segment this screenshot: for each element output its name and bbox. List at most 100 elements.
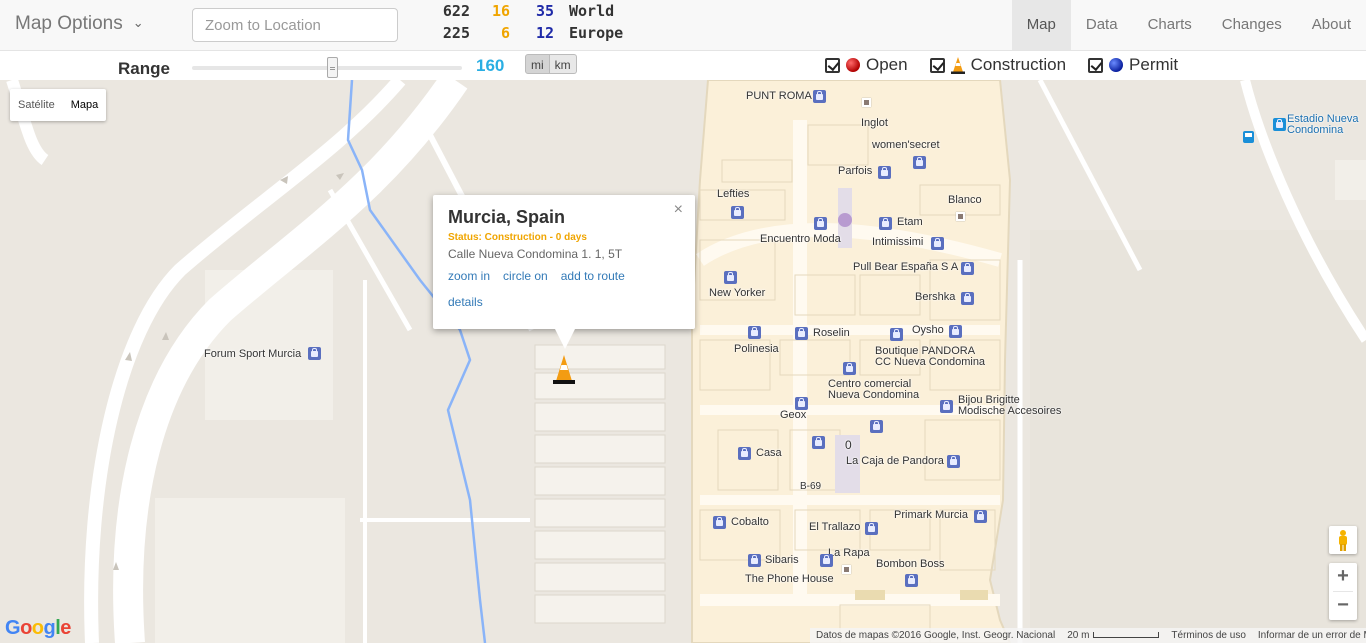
pegman-button[interactable]: [1329, 526, 1357, 554]
poi-label: Nueva Condomina: [828, 389, 920, 401]
filter-permit[interactable]: Permit: [1088, 55, 1178, 75]
poi-label: Forum Sport Murcia: [204, 348, 302, 360]
shopping-bag-icon[interactable]: [713, 516, 726, 529]
scale-indicator[interactable]: 20 m: [1061, 630, 1165, 641]
poi-label: Sibaris: [765, 554, 799, 566]
shopping-bag-icon[interactable]: [905, 574, 918, 587]
zoom-to-location-input[interactable]: [192, 8, 398, 42]
zoom-in-button[interactable]: +: [1329, 563, 1357, 591]
zoom-in-link[interactable]: zoom in: [448, 269, 490, 283]
map-options-label: Map Options: [15, 13, 123, 34]
add-to-route-link[interactable]: add to route: [561, 269, 625, 283]
poi-label: Casa: [756, 447, 782, 459]
shopping-bag-icon[interactable]: [724, 271, 737, 284]
poi-marker-icon[interactable]: [842, 565, 851, 574]
construction-cone-marker[interactable]: [553, 354, 575, 384]
poi-label: Encuentro Moda: [760, 233, 841, 245]
nav-map[interactable]: Map: [1011, 0, 1071, 50]
nav-about[interactable]: About: [1297, 0, 1366, 50]
satellite-button[interactable]: Satélite: [10, 89, 63, 121]
stat-total: 225: [442, 24, 470, 42]
range-value: 160: [476, 56, 505, 75]
range-label: Range: [118, 59, 170, 78]
shopping-bag-icon[interactable]: [738, 447, 751, 460]
logo-letter: g: [43, 617, 56, 639]
shopping-bag-icon[interactable]: [878, 166, 891, 179]
shopping-bag-icon[interactable]: [949, 325, 962, 338]
popup-address: Calle Nueva Condomina 1. 1, 5T: [448, 247, 623, 261]
circle-on-link[interactable]: circle on: [503, 269, 548, 283]
logo-letter: o: [31, 617, 44, 639]
shopping-bag-icon[interactable]: [814, 217, 827, 230]
shopping-bag-icon[interactable]: [913, 156, 926, 169]
range-bar: Range 160 mi km Open Construction Permit: [0, 51, 1366, 80]
shopping-bag-icon[interactable]: [974, 510, 987, 523]
shopping-bag-icon[interactable]: [748, 326, 761, 339]
poi-marker-icon[interactable]: [956, 212, 965, 221]
red-dot-icon: [846, 58, 860, 72]
poi-label: Condomina: [1287, 124, 1344, 136]
stat-permit: 12: [535, 24, 554, 42]
close-icon[interactable]: ×: [674, 201, 683, 219]
shopping-bag-icon[interactable]: [879, 217, 892, 230]
poi-label: 0: [845, 438, 852, 452]
scale-bar: [1093, 632, 1160, 639]
range-slider-handle[interactable]: [327, 57, 338, 78]
shopping-bag-icon[interactable]: [731, 206, 744, 219]
shopping-bag-icon[interactable]: [813, 90, 826, 103]
checkbox-icon[interactable]: [825, 57, 840, 73]
traffic-cone-icon: [950, 57, 965, 74]
poi-label: Bombon Boss: [876, 558, 945, 570]
nav-changes[interactable]: Changes: [1207, 0, 1297, 50]
shopping-bag-icon[interactable]: [748, 554, 761, 567]
checkbox-icon[interactable]: [929, 57, 945, 73]
map-button[interactable]: Mapa: [63, 89, 107, 121]
poi-label: Intimissimi: [872, 236, 924, 248]
poi-label: women'secret: [872, 139, 940, 151]
poi-marker-icon[interactable]: [862, 98, 871, 107]
shopping-bag-icon[interactable]: [890, 328, 903, 341]
unit-mi-button[interactable]: mi: [525, 54, 550, 74]
map-canvas[interactable]: Satélite Mapa Forum Sport Murcia Estadio…: [0, 80, 1366, 643]
main-nav: Map Data Charts Changes About: [1011, 0, 1366, 50]
scale-label: 20 m: [1067, 630, 1090, 641]
map-attribution: Datos de mapas ©2016 Google, Inst. Geogr…: [810, 628, 1366, 643]
poi-label: Blanco: [948, 194, 982, 206]
shopping-bag-icon[interactable]: [931, 237, 944, 250]
poi-label: La Caja de Pandora: [846, 455, 944, 467]
nav-charts[interactable]: Charts: [1133, 0, 1207, 50]
shopping-bag-icon[interactable]: [870, 420, 883, 433]
shopping-bag-icon[interactable]: [820, 554, 833, 567]
stats-row-europe: 225 6 12 Europe: [430, 23, 623, 45]
stats-table: 622 16 35 World 225 6 12 Europe: [430, 1, 623, 45]
checkbox-icon[interactable]: [1088, 57, 1104, 73]
poi-label: CC Nueva Condomina: [875, 356, 986, 368]
shopping-bag-icon[interactable]: [865, 522, 878, 535]
terms-link[interactable]: Términos de uso: [1165, 630, 1251, 641]
shopping-bag-icon[interactable]: [308, 347, 321, 360]
shopping-bag-icon[interactable]: [961, 262, 974, 275]
stat-region: Europe: [569, 24, 624, 42]
zoom-out-button[interactable]: −: [1329, 592, 1357, 620]
shopping-bag-icon[interactable]: [947, 455, 960, 468]
poi-label: Parfois: [838, 165, 873, 177]
stadium-icon[interactable]: [1273, 118, 1286, 131]
shopping-bag-icon[interactable]: [812, 436, 825, 449]
shopping-bag-icon[interactable]: [843, 362, 856, 375]
stat-construction: 16: [491, 2, 510, 20]
shopping-bag-icon[interactable]: [961, 292, 974, 305]
shopping-bag-icon[interactable]: [940, 400, 953, 413]
attribution-data[interactable]: Datos de mapas ©2016 Google, Inst. Geogr…: [810, 630, 1061, 641]
status-filters: Open Construction Permit: [825, 55, 1200, 75]
google-logo: Google: [5, 617, 71, 640]
details-link[interactable]: details: [448, 295, 483, 309]
poi-label: Oysho: [912, 324, 944, 336]
filter-construction[interactable]: Construction: [929, 55, 1066, 75]
shopping-bag-icon[interactable]: [795, 327, 808, 340]
filter-open[interactable]: Open: [825, 55, 908, 75]
unit-km-button[interactable]: km: [549, 54, 577, 74]
zoom-control: + −: [1329, 563, 1357, 620]
report-error-link[interactable]: Informar de un error de Maps: [1252, 630, 1366, 641]
map-options-dropdown[interactable]: Map Options ⌄: [15, 13, 144, 35]
nav-data[interactable]: Data: [1071, 0, 1133, 50]
